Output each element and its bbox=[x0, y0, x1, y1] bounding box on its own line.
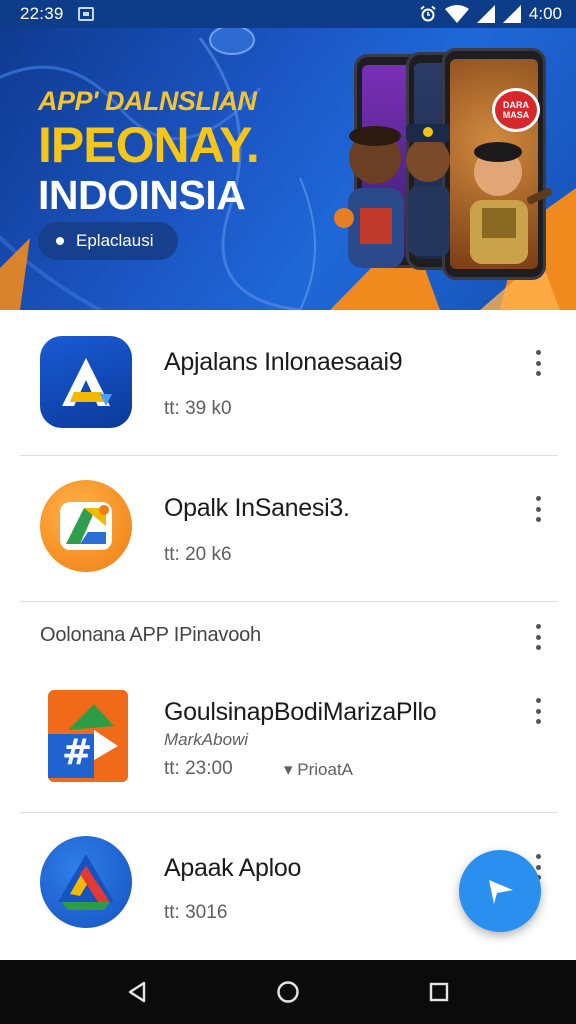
status-time: 22:39 bbox=[20, 4, 64, 23]
app-meta: tt: 39 k0 bbox=[164, 398, 232, 419]
app-tag: ▾ PrioatA bbox=[284, 760, 353, 780]
home-button[interactable] bbox=[268, 972, 308, 1012]
divider bbox=[20, 601, 558, 602]
list-item[interactable]: Apjalans Inlonaesaai9 tt: 39 k0 bbox=[0, 310, 576, 456]
app-meta: tt: 3016 bbox=[164, 902, 228, 923]
home-icon bbox=[277, 981, 299, 1003]
signal-icon bbox=[476, 5, 495, 23]
more-options-icon[interactable] bbox=[530, 698, 546, 724]
alarm-icon bbox=[420, 5, 436, 22]
notification-icon bbox=[77, 7, 94, 21]
banner-badge: DARA MASA bbox=[492, 88, 540, 132]
recents-button[interactable] bbox=[419, 972, 459, 1012]
app-meta: tt: 20 k6 bbox=[164, 544, 232, 565]
send-icon bbox=[489, 880, 513, 904]
app-name: GoulsinapBodiMarizaPllo bbox=[164, 698, 437, 726]
banner-pill-button[interactable]: Eplaclausi bbox=[38, 222, 178, 260]
recents-icon bbox=[429, 982, 448, 1002]
promo-banner[interactable]: APP' DALNSLIAN IPEONAY. INDOINSIA Eplacl… bbox=[0, 28, 576, 310]
drive-like-app-icon bbox=[40, 836, 132, 928]
send-button[interactable] bbox=[459, 850, 541, 932]
list-item[interactable]: Opalk InSanesi3. tt: 20 k6 bbox=[0, 456, 576, 602]
svg-text:#: # bbox=[62, 732, 92, 773]
app-name: Opalk InSanesi3. bbox=[164, 494, 350, 522]
banner-pill-label: Eplaclausi bbox=[76, 231, 154, 250]
back-icon bbox=[129, 981, 146, 1003]
arrow-app-icon: # bbox=[48, 690, 128, 782]
app-name: Apaak Aploo bbox=[164, 854, 302, 882]
section-more-options-icon[interactable] bbox=[530, 624, 546, 650]
status-bar: 22:39 4:00 bbox=[0, 0, 576, 28]
orange-g-app-icon bbox=[40, 480, 132, 572]
status-icons: 4:00 bbox=[419, 4, 562, 24]
app-name: Apjalans Inlonaesaai9 bbox=[164, 348, 403, 376]
status-clock: 4:00 bbox=[528, 4, 562, 23]
signal-icon bbox=[502, 5, 521, 23]
divider bbox=[20, 812, 558, 813]
banner-subline: INDOINSIA bbox=[38, 172, 246, 218]
blue-a-app-icon bbox=[40, 336, 132, 428]
wifi-icon bbox=[444, 5, 469, 23]
banner-kicker: APP' DALNSLIAN bbox=[38, 86, 257, 116]
more-options-icon[interactable] bbox=[530, 350, 546, 376]
section-title: Oolonana APP IPinavooh bbox=[40, 624, 261, 646]
app-meta: tt: 23:00 bbox=[164, 758, 233, 779]
app-developer: MarkAbowi bbox=[164, 730, 249, 749]
navigation-bar bbox=[0, 960, 576, 1024]
more-options-icon[interactable] bbox=[530, 496, 546, 522]
app-tag-label: PrioatA bbox=[297, 760, 354, 779]
list-item[interactable]: # GoulsinapBodiMarizaPllo MarkAbowi tt: … bbox=[0, 670, 576, 810]
banner-headline: IPEONAY. bbox=[38, 117, 260, 173]
pill-dot-icon bbox=[56, 237, 64, 245]
tag-arrow-icon: ▾ bbox=[284, 760, 298, 779]
back-button[interactable] bbox=[117, 972, 157, 1012]
